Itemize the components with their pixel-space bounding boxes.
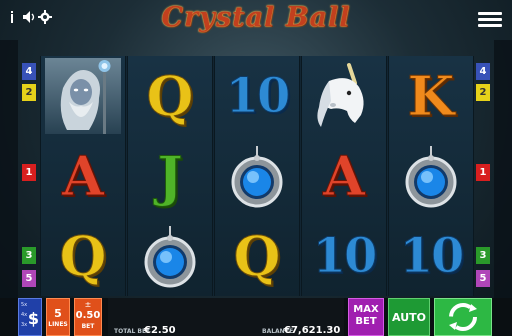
reel-cell: J: [128, 136, 212, 216]
coin-selector-button[interactable]: 5x 4x 3x $: [18, 298, 42, 336]
total-bet-value: €2.50: [144, 325, 176, 336]
symbol-letter: Q: [233, 224, 281, 288]
reel-1: A Q: [40, 56, 126, 296]
spin-button[interactable]: [434, 298, 492, 336]
reel-cell: Q: [215, 216, 299, 296]
tree-left-decor: [0, 40, 18, 298]
menu-icon[interactable]: [478, 12, 502, 28]
crystal-amulet-symbol: [405, 146, 457, 208]
bet-button[interactable]: ± 0.50 BET: [74, 298, 102, 336]
symbol-letter: Q: [59, 224, 107, 288]
reel-5: K 10: [388, 56, 474, 296]
plus-minus-icon: ±: [84, 300, 92, 309]
coin-label: 4x: [21, 312, 28, 318]
reels-area: A Q Q J 10 Q A 10 K 10: [40, 56, 474, 296]
reel-2: Q J: [127, 56, 213, 296]
payline-right-1[interactable]: 1: [476, 164, 490, 181]
reel-cell: Q: [128, 56, 212, 136]
reel-cell: Q: [41, 216, 125, 296]
top-bar: Crystal Ball: [0, 0, 512, 40]
reel-cell: [389, 136, 473, 216]
symbol-number: 10: [399, 228, 465, 284]
payline-left-1[interactable]: 1: [22, 164, 36, 181]
symbol-letter: A: [62, 144, 105, 208]
spin-arrows-icon: [449, 303, 477, 331]
reel-cell: 10: [302, 216, 386, 296]
payline-right-4[interactable]: 4: [476, 63, 490, 80]
tree-right-decor: [494, 40, 512, 298]
payline-left-5[interactable]: 5: [22, 270, 36, 287]
reel-cell: [302, 56, 386, 136]
lines-label: LINES: [48, 321, 68, 328]
payline-left-2[interactable]: 2: [22, 84, 36, 101]
payline-right-2[interactable]: 2: [476, 84, 490, 101]
crystal-amulet-symbol: [231, 146, 283, 208]
bet-label: BET: [81, 323, 95, 330]
bet-value: 0.50: [75, 310, 101, 321]
reel-cell: A: [302, 136, 386, 216]
dollar-icon: $: [27, 309, 39, 328]
reel-cell: [41, 56, 125, 136]
coin-label: 3x: [21, 322, 28, 328]
reel-3: 10 Q: [214, 56, 300, 296]
reel-cell: [128, 216, 212, 296]
payline-right-3[interactable]: 3: [476, 247, 490, 264]
lines-button[interactable]: 5 LINES: [46, 298, 70, 336]
reel-cell: [215, 136, 299, 216]
symbol-number: 10: [225, 68, 291, 124]
wizard-symbol: [45, 58, 121, 134]
lines-value: 5: [54, 307, 62, 320]
reel-cell: K: [389, 56, 473, 136]
game-title: Crystal Ball: [161, 2, 351, 33]
crystal-amulet-symbol: [144, 226, 196, 288]
coin-label: 5x: [21, 302, 28, 308]
payline-left-4[interactable]: 4: [22, 63, 36, 80]
symbol-letter: J: [157, 144, 184, 208]
max-bet-button[interactable]: MAX BET: [348, 298, 384, 336]
symbol-letter: A: [323, 144, 366, 208]
unicorn-symbol: [317, 63, 364, 127]
auto-button[interactable]: AUTO: [388, 298, 430, 336]
payline-right-5[interactable]: 5: [476, 270, 490, 287]
balance-value: €7,621.30: [284, 325, 341, 336]
reel-cell: 10: [389, 216, 473, 296]
reel-4: A 10: [301, 56, 387, 296]
game-screen: Crystal Ball 4 2 1 3 5 4 2 1 3 5 A Q Q J…: [0, 0, 512, 336]
symbol-number: 10: [312, 228, 378, 284]
bottom-control-bar: 5x 4x 3x $ 5 LINES ± 0.50 BET TOTAL BET …: [0, 298, 512, 336]
payline-left-3[interactable]: 3: [22, 247, 36, 264]
symbol-letter: K: [407, 64, 455, 128]
symbol-letter: Q: [146, 64, 194, 128]
info-panel: TOTAL BET €2.50 BALANCE €7,621.30: [108, 298, 344, 336]
reel-cell: A: [41, 136, 125, 216]
reel-cell: 10: [215, 56, 299, 136]
